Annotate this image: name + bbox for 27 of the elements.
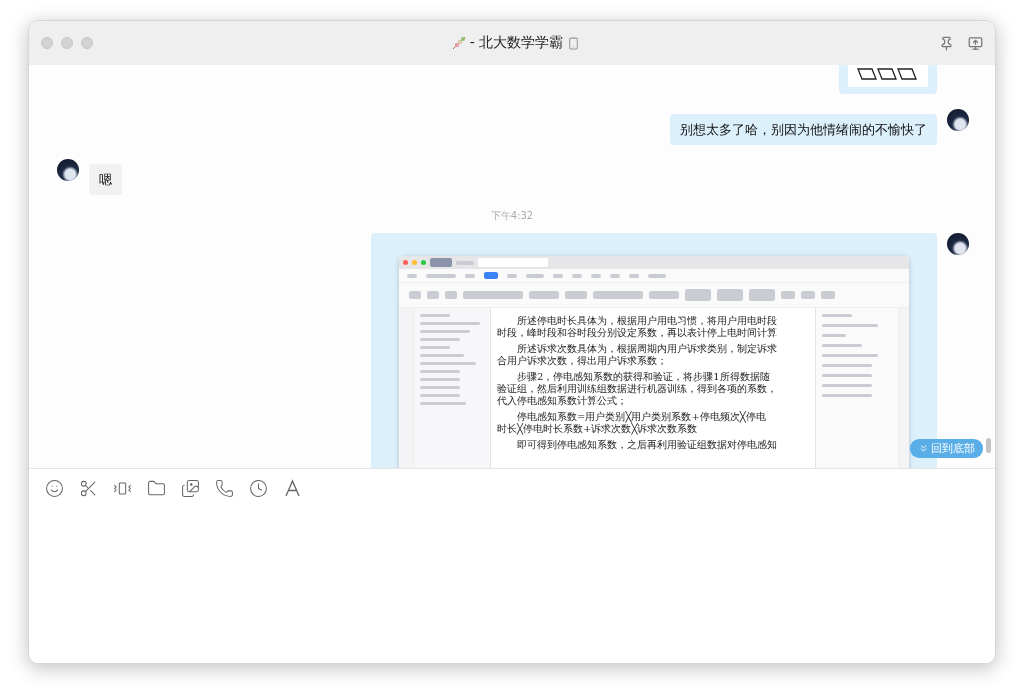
- document-paragraph: 即可得到停电感知系数，之后再利用验证组数据对停电感知: [516, 439, 778, 451]
- back-to-bottom-button[interactable]: 回到底部: [910, 439, 983, 458]
- screen-icon[interactable]: [968, 35, 983, 51]
- emoji-icon[interactable]: [45, 479, 64, 498]
- document-paragraph: 停电感知系数=用户类别╳用户类别系数+停电频次╳停电 时长╳停电时长系数+诉求次数╳诉求次数系数: [497, 411, 767, 435]
- document-paragraph: 所述停电时长具体为，根据用户用电习惯，将用户用电时段 时段，峰时段和谷时段分别设定系数，再以表计停上电时间计算: [497, 315, 778, 339]
- message-bubble: 嗯: [89, 164, 122, 195]
- skewer-icon: [451, 36, 466, 50]
- avatar[interactable]: [947, 109, 969, 131]
- scrollbar-thumb: [986, 438, 991, 453]
- message-bubble: 别想太多了哈，别因为他情绪闹的不愉快了: [670, 114, 937, 145]
- avatar[interactable]: [947, 233, 969, 255]
- window-title: - 北大数学学霸: [469, 34, 564, 52]
- timestamp: 下午4:32: [490, 209, 534, 223]
- document-paragraph: 步骤2，停电感知系数的获得和验证，将步骤1所得数据随 验证组，然后利用训练组数据进行机器训练，得到各项的系数， 代入停电感知系数计算公式；: [497, 371, 778, 407]
- scissors-icon[interactable]: [79, 479, 98, 498]
- vibrate-icon[interactable]: [113, 479, 132, 498]
- folder-icon[interactable]: [147, 479, 166, 498]
- document-paragraph: 所述诉求次数具体为，根据周期内用户诉求类别，制定诉求 合用户诉求次数，得出用户诉求系数；: [497, 343, 778, 367]
- avatar[interactable]: [57, 159, 79, 181]
- phone-icon: [567, 36, 581, 50]
- clock-icon[interactable]: [249, 479, 268, 498]
- font-icon[interactable]: [283, 479, 302, 498]
- images-icon[interactable]: [181, 479, 200, 498]
- pin-icon[interactable]: [939, 35, 954, 51]
- phone-icon[interactable]: [215, 479, 234, 498]
- double-chevron-icon: [918, 443, 929, 454]
